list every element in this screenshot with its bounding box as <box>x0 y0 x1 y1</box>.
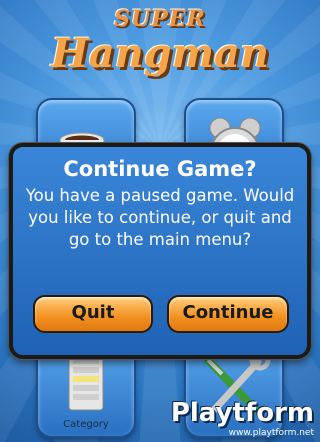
game-logo: SUPER Hangman <box>0 6 320 76</box>
continue-button[interactable]: Continue <box>167 295 289 333</box>
watermark-brand: Playtform <box>170 398 314 428</box>
watermark-url: www.playtform.net <box>228 428 314 438</box>
continue-game-dialog: Continue Game? You have a paused game. W… <box>9 143 311 359</box>
playtform-watermark: Playtform www.playtform.net <box>171 398 314 438</box>
logo-super-text: SUPER <box>114 6 206 32</box>
dialog-message: You have a paused game. Would you like t… <box>25 186 295 249</box>
quit-button[interactable]: Quit <box>33 295 153 333</box>
logo-hangman-text: Hangman <box>50 30 270 77</box>
dialog-title: Continue Game? <box>63 157 257 181</box>
category-label: Category <box>63 419 109 430</box>
